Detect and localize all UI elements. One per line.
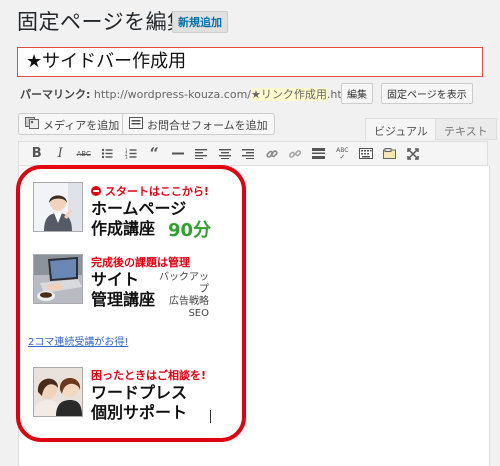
add-new-button[interactable]: 新規追加: [172, 11, 228, 33]
media-icon: [25, 117, 39, 132]
toolbar-toggle-icon[interactable]: [378, 145, 402, 163]
spellcheck-icon[interactable]: ABC ✓: [331, 145, 355, 163]
add-media-button[interactable]: メディアを追加: [18, 113, 127, 135]
numbered-list-icon[interactable]: 123: [119, 145, 143, 163]
permalink-label: パーマリンク:: [20, 88, 91, 101]
bold-icon[interactable]: B: [25, 145, 49, 163]
keyboard-icon[interactable]: [354, 145, 378, 163]
fullscreen-icon[interactable]: [401, 145, 425, 163]
read-more-icon[interactable]: [307, 145, 331, 163]
permalink-slug[interactable]: ★リンク作成用: [251, 88, 327, 101]
page-title: 固定ページを編集: [17, 10, 189, 34]
svg-text:3: 3: [125, 155, 128, 159]
form-icon: [129, 117, 143, 132]
unlink-icon[interactable]: [284, 145, 308, 163]
align-left-icon[interactable]: [190, 145, 214, 163]
align-center-icon[interactable]: [213, 145, 237, 163]
editor-toolbar: B I ABC 123 “ ABC ✓: [18, 141, 488, 166]
add-contact-form-label: お問合せフォームを追加: [147, 119, 268, 132]
permalink-url-base[interactable]: http://wordpress-kouza.com/: [94, 88, 251, 101]
link-icon[interactable]: [260, 145, 284, 163]
tab-text[interactable]: テキスト: [435, 118, 497, 140]
horizontal-rule-icon[interactable]: [166, 145, 190, 163]
italic-icon[interactable]: I: [49, 145, 73, 163]
highlight-frame: [16, 165, 246, 442]
strikethrough-icon[interactable]: ABC: [72, 145, 96, 163]
tab-visual[interactable]: ビジュアル: [365, 118, 437, 140]
align-right-icon[interactable]: [237, 145, 261, 163]
view-page-button[interactable]: 固定ページを表示: [381, 83, 473, 104]
permalink-edit-button[interactable]: 編集: [341, 83, 373, 104]
blockquote-icon[interactable]: “: [143, 144, 167, 163]
add-media-label: メディアを追加: [43, 119, 120, 132]
add-contact-form-button[interactable]: お問合せフォームを追加: [122, 113, 275, 135]
permalink-row: パーマリンク: http://wordpress-kouza.com/★リンク作…: [20, 86, 355, 102]
post-title-input[interactable]: ★サイドバー作成用: [17, 47, 483, 77]
bullet-list-icon[interactable]: [96, 145, 120, 163]
